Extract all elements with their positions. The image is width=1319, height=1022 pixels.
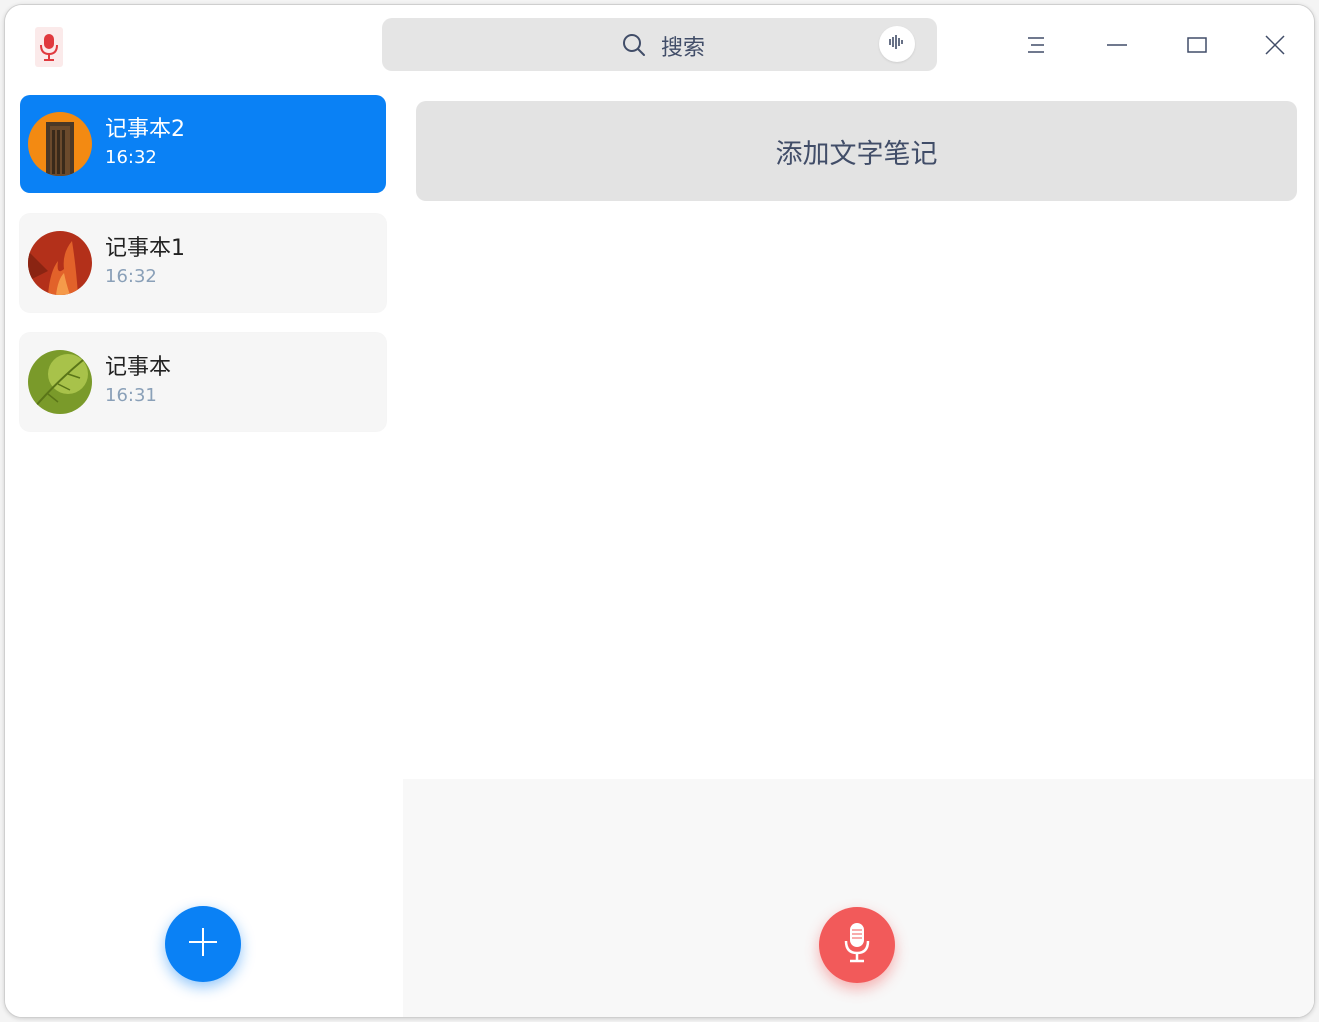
notebook-sidebar: 记事本2 16:32 记事本1 16:32 记事本 16:31: [5, 89, 403, 1017]
fire-avatar: [28, 231, 92, 295]
add-text-note-label: 添加文字笔记: [775, 138, 938, 170]
door-avatar: [28, 112, 92, 176]
notebook-name: 记事本1: [105, 236, 185, 261]
search-box[interactable]: 搜索: [382, 18, 937, 71]
notebook-time: 16:32: [105, 147, 157, 168]
note-content-area: 添加文字笔记: [403, 89, 1314, 1017]
waveform-icon: [888, 34, 906, 54]
maximize-button[interactable]: [1175, 25, 1219, 69]
close-button[interactable]: [1253, 25, 1297, 69]
microphone-app-icon: [31, 25, 67, 69]
notebook-item[interactable]: 记事本1 16:32: [20, 214, 386, 312]
search-icon: [622, 33, 646, 61]
minimize-icon: [1107, 35, 1127, 59]
add-text-note-button[interactable]: 添加文字笔记: [416, 101, 1297, 201]
maximize-icon: [1187, 35, 1207, 59]
add-notebook-button[interactable]: [165, 906, 241, 982]
leaf-avatar: [28, 350, 92, 414]
recording-bar: [403, 779, 1314, 1017]
menu-icon: [1026, 35, 1046, 59]
notebook-name: 记事本: [105, 355, 172, 380]
notebook-time: 16:31: [105, 385, 157, 406]
notebook-item[interactable]: 记事本2 16:32: [20, 95, 386, 193]
minimize-button[interactable]: [1095, 25, 1139, 69]
search-input[interactable]: 搜索: [661, 30, 705, 62]
notebook-time: 16:32: [105, 266, 157, 287]
app-window: 搜索 记事本2 16:32 记事本1 16:32 记事本 16:31 添加文字笔…: [4, 4, 1315, 1018]
voice-search-button[interactable]: [879, 26, 915, 62]
close-icon: [1265, 35, 1285, 59]
notebook-name: 记事本2: [105, 117, 185, 142]
titlebar: 搜索: [5, 5, 1314, 89]
microphone-icon: [842, 921, 872, 969]
record-button[interactable]: [819, 907, 895, 983]
notebook-item[interactable]: 记事本 16:31: [20, 333, 386, 431]
plus-icon: [187, 926, 219, 962]
menu-button[interactable]: [1014, 25, 1058, 69]
